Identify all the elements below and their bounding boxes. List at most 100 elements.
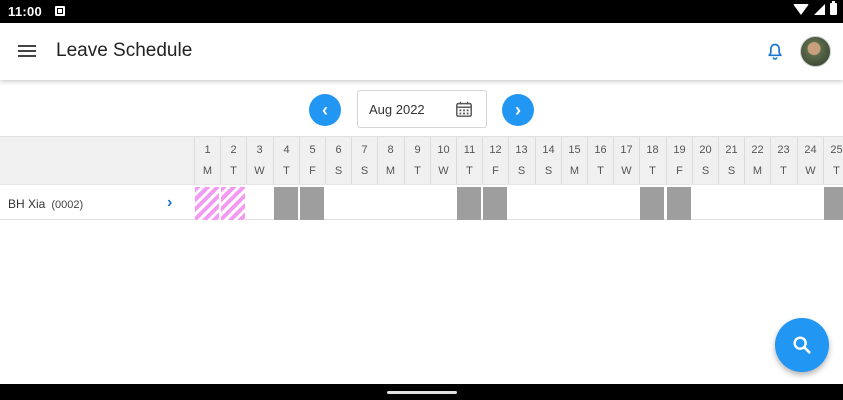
day-number: 12 bbox=[489, 144, 502, 156]
battery-icon bbox=[830, 1, 837, 15]
day-column-21: 21 S bbox=[718, 137, 744, 185]
bell-icon[interactable] bbox=[765, 41, 785, 63]
day-number: 16 bbox=[594, 144, 607, 156]
chevron-right-icon[interactable]: › bbox=[167, 194, 172, 212]
day-of-week: F bbox=[492, 165, 499, 177]
previous-month-button[interactable]: ‹ bbox=[309, 94, 341, 126]
off-day-cell[interactable] bbox=[667, 187, 691, 220]
day-column-2: 2T bbox=[220, 137, 246, 185]
day-column-11: 11 T bbox=[456, 137, 482, 185]
day-of-week: T bbox=[780, 165, 787, 177]
day-number: 14 bbox=[542, 144, 555, 156]
day-column-22: 22 M bbox=[744, 137, 770, 185]
day-number: 9 bbox=[414, 144, 421, 156]
day-of-week: T bbox=[466, 165, 473, 177]
day-number: 7 bbox=[361, 144, 368, 156]
day-number: 21 bbox=[725, 144, 738, 156]
day-header-row: 1 M 2 T 3 W 4 T 5 F 6 S 7 S 8 M 9 T 10 W 11 T 12 F 13 S 14 S 15 M 16 T 1… bbox=[0, 136, 843, 185]
day-column-15: 15 M bbox=[561, 137, 587, 185]
day-column-18: 18 T bbox=[639, 137, 665, 185]
day-of-week: M bbox=[569, 165, 580, 177]
status-bar: 11:00 bbox=[0, 0, 843, 23]
search-button[interactable] bbox=[775, 318, 829, 372]
day-of-week: S bbox=[517, 165, 526, 177]
day-number: 23 bbox=[777, 144, 790, 156]
day-of-week: T bbox=[649, 165, 656, 177]
day-number: 5 bbox=[309, 144, 316, 156]
day-column-9: 9T bbox=[404, 137, 430, 185]
off-day-cell[interactable] bbox=[274, 187, 298, 220]
day-of-week: T bbox=[283, 165, 290, 177]
day-of-week: T bbox=[230, 165, 237, 177]
day-column-17: 17 W bbox=[613, 137, 639, 185]
leave-day-cell[interactable] bbox=[221, 187, 245, 220]
day-number: 18 bbox=[646, 144, 659, 156]
day-number: 8 bbox=[387, 144, 394, 156]
system-nav-bar bbox=[0, 384, 843, 400]
employee-id: (0002) bbox=[51, 199, 84, 211]
day-of-week: W bbox=[621, 165, 632, 177]
day-number: 6 bbox=[335, 144, 342, 156]
day-of-week: S bbox=[334, 165, 343, 177]
menu-icon[interactable] bbox=[18, 43, 38, 59]
day-of-week: T bbox=[833, 165, 840, 177]
day-column-1: 1M bbox=[194, 137, 220, 185]
day-column-19: 19 F bbox=[666, 137, 692, 185]
day-number: 2 bbox=[230, 144, 237, 156]
day-of-week: F bbox=[309, 165, 316, 177]
leave-day-cell[interactable] bbox=[195, 187, 219, 220]
day-column-3: 3W bbox=[246, 137, 272, 185]
day-number: 4 bbox=[283, 144, 290, 156]
off-day-cell[interactable] bbox=[483, 187, 507, 220]
next-month-button[interactable]: › bbox=[502, 94, 534, 126]
wifi-icon bbox=[793, 3, 809, 15]
day-number: 19 bbox=[673, 144, 686, 156]
page-title: Leave Schedule bbox=[56, 40, 193, 61]
day-column-5: 5F bbox=[299, 137, 325, 185]
day-of-week: W bbox=[438, 165, 449, 177]
day-of-week: S bbox=[727, 165, 736, 177]
off-day-cell[interactable] bbox=[640, 187, 664, 220]
leave-calendar-grid: 1 M 2 T 3 W 4 T 5 F 6 S 7 S 8 M 9 T 10 W 11 T 12 F 13 S 14 S 15 M 16 T 1… bbox=[0, 136, 843, 220]
day-number: 1 bbox=[204, 144, 211, 156]
status-time: 11:00 bbox=[8, 4, 43, 19]
day-number: 15 bbox=[568, 144, 581, 156]
day-number: 24 bbox=[804, 144, 817, 156]
day-number: 17 bbox=[620, 144, 633, 156]
day-number: 11 bbox=[463, 144, 476, 156]
search-icon bbox=[793, 336, 811, 354]
app-bar: Leave Schedule bbox=[0, 23, 843, 80]
day-number: 20 bbox=[699, 144, 712, 156]
off-day-cell[interactable] bbox=[457, 187, 481, 220]
day-column-23: 23 T bbox=[770, 137, 796, 185]
day-of-week: S bbox=[701, 165, 710, 177]
day-number: 22 bbox=[751, 144, 764, 156]
day-number: 13 bbox=[515, 144, 528, 156]
day-column-7: 7S bbox=[351, 137, 377, 185]
day-column-24: 24 W bbox=[797, 137, 823, 185]
off-day-cell[interactable] bbox=[824, 187, 843, 220]
day-column-25: 25 T bbox=[823, 137, 843, 185]
signal-icon bbox=[814, 3, 825, 15]
month-picker-value: Aug 2022 bbox=[369, 102, 425, 117]
day-column-6: 6S bbox=[325, 137, 351, 185]
employee-row[interactable]: BH Xia (0002) › bbox=[0, 184, 843, 220]
home-handle[interactable] bbox=[387, 391, 457, 394]
day-column-12: 12 F bbox=[482, 137, 508, 185]
avatar[interactable] bbox=[800, 36, 831, 67]
day-of-week: M bbox=[385, 165, 396, 177]
day-column-10: 10 W bbox=[430, 137, 456, 185]
day-number: 3 bbox=[256, 144, 263, 156]
day-of-week: F bbox=[676, 165, 683, 177]
notification-icon bbox=[55, 6, 65, 16]
day-of-week: W bbox=[805, 165, 816, 177]
app-content: Leave Schedule ‹ Aug 2022 › 1M2T3W4T5F6S… bbox=[0, 23, 843, 384]
day-of-week: T bbox=[414, 165, 421, 177]
month-picker[interactable]: Aug 2022 bbox=[357, 90, 487, 128]
off-day-cell[interactable] bbox=[300, 187, 324, 220]
day-of-week: M bbox=[202, 165, 213, 177]
day-of-week: W bbox=[254, 165, 265, 177]
day-number: 25 bbox=[830, 144, 843, 156]
day-column-14: 14 S bbox=[535, 137, 561, 185]
day-column-13: 13 S bbox=[508, 137, 534, 185]
